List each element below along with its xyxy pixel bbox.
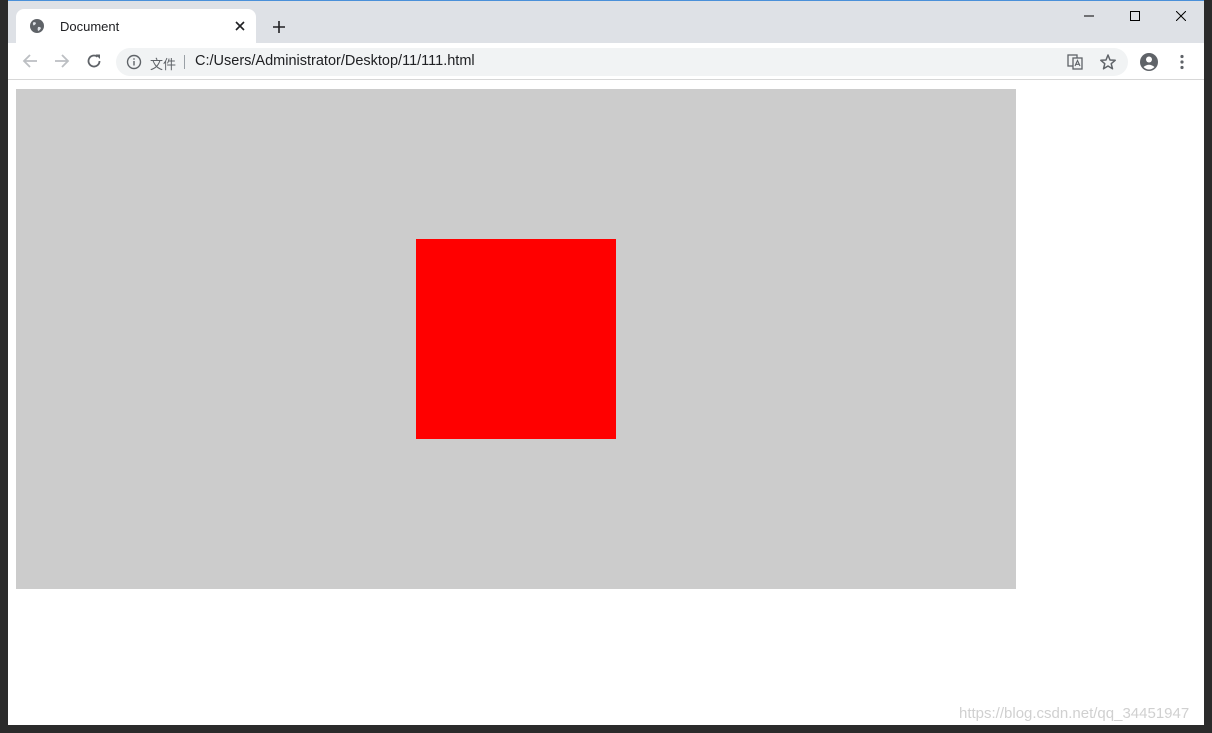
scheme-label: 文件 <box>150 57 177 72</box>
inner-red-box <box>416 239 616 439</box>
watermark-text: https://blog.csdn.net/qq_34451947 <box>959 705 1190 722</box>
account-icon[interactable] <box>1139 52 1159 72</box>
toolbar: 文件 C:/Users/Administrator/Desktop/11/111… <box>8 43 1204 80</box>
plus-icon[interactable] <box>267 15 291 39</box>
omnibox-separator <box>184 55 185 69</box>
reload-icon[interactable] <box>82 49 106 73</box>
address-bar[interactable]: 文件 C:/Users/Administrator/Desktop/11/111… <box>116 48 1128 76</box>
forward-arrow-icon[interactable] <box>50 49 74 73</box>
info-icon[interactable] <box>126 54 142 70</box>
outer-grey-box <box>16 89 1016 589</box>
maximize-icon[interactable] <box>1112 1 1158 31</box>
tab-title: Document <box>60 19 120 34</box>
tab-document[interactable]: Document <box>16 9 256 43</box>
tab-strip: Document <box>8 1 1204 43</box>
translate-icon[interactable] <box>1067 54 1083 70</box>
window-close-icon[interactable] <box>1158 1 1204 31</box>
close-icon[interactable] <box>230 16 250 36</box>
url-text[interactable]: C:/Users/Administrator/Desktop/11/111.ht… <box>195 53 475 69</box>
minimize-icon[interactable] <box>1066 1 1112 31</box>
back-arrow-icon[interactable] <box>18 49 42 73</box>
star-icon[interactable] <box>1099 53 1117 71</box>
browser-window: Document 文件 C:/Users/Administrator/Deskt… <box>8 0 1204 725</box>
kebab-menu-icon[interactable] <box>1174 52 1190 72</box>
page-viewport <box>8 81 1204 725</box>
globe-icon <box>29 18 45 34</box>
